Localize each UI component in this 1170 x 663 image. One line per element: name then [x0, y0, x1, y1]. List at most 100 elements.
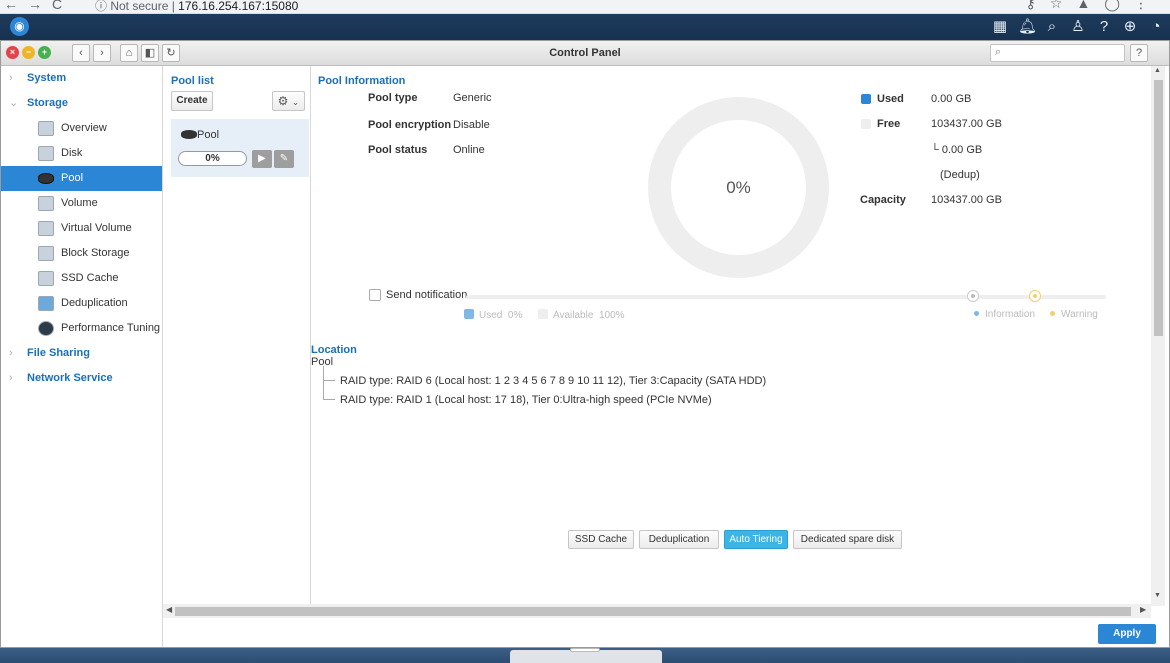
capacity-value: 103437.00 GB — [931, 194, 1002, 206]
scroll-down-icon[interactable]: ▼ — [1154, 592, 1161, 599]
auto-tiering-button[interactable]: Auto Tiering — [724, 530, 788, 549]
window-title-bar: × − + ‹ › ⌂ ◧ ↻ Control Panel ⌕ ? — [0, 40, 1170, 66]
sidebar-category-storage[interactable]: ⌄ Storage — [0, 91, 162, 116]
edit-pencil-icon[interactable]: ✎ — [274, 150, 294, 168]
pool-encryption-value: Disable — [453, 119, 490, 131]
scroll-right-icon[interactable]: ▶ — [1140, 605, 1146, 614]
notification-bell-icon[interactable]: 🔔︎ — [1018, 17, 1037, 37]
sidebar: › System ⌄ Storage Overview Disk Pool Volu… — [0, 66, 163, 648]
deduplication-button[interactable]: Deduplication — [639, 530, 719, 549]
chevron-right-icon: › — [9, 372, 13, 384]
pool-card[interactable]: Pool 0% ▶ ✎ — [171, 119, 309, 177]
gear-icon: ⚙ — [277, 94, 289, 108]
search-icon: ⌕ — [995, 46, 1002, 58]
pool-icon — [38, 173, 54, 184]
dock-tab[interactable] — [570, 648, 600, 652]
help-icon[interactable]: ? — [1096, 17, 1112, 37]
ssd-cache-icon — [38, 271, 54, 286]
chevron-down-icon: ⌄ — [291, 97, 300, 107]
scroll-up-icon[interactable]: ▲ — [1154, 67, 1161, 74]
pool-name: Pool — [197, 129, 220, 141]
sidebar-item-volume[interactable]: Volume — [0, 191, 162, 216]
scroll-left-icon[interactable]: ◀ — [166, 605, 172, 614]
dedicated-spare-disk-button[interactable]: Dedicated spare disk — [793, 530, 902, 549]
play-icon[interactable]: ▶ — [252, 150, 272, 168]
available-swatch — [538, 309, 548, 319]
chevron-down-icon: ⌄ — [9, 97, 19, 109]
information-legend: Information — [974, 309, 1035, 320]
raid-group-row: RAID type: RAID 6 (Local host: 1 2 3 4 5… — [323, 375, 766, 387]
security-label: Not secure — [110, 0, 169, 13]
sidebar-item-virtual-volume[interactable]: Virtual Volume — [0, 216, 162, 241]
used-value: 0.00 GB — [931, 93, 972, 105]
qts-logo-icon[interactable]: ◉ — [10, 17, 29, 36]
disk-icon — [38, 146, 54, 161]
taskbar-dock[interactable] — [510, 648, 662, 663]
user-icon[interactable]: ♙ — [1070, 17, 1086, 37]
ssd-cache-button[interactable]: SSD Cache — [568, 530, 634, 549]
capacity-label: Capacity — [860, 194, 906, 206]
sidebar-category-file-sharing[interactable]: › File Sharing — [0, 341, 162, 366]
dashboard-icon[interactable]: ◔ — [1148, 17, 1164, 37]
pool-status-label: Pool status — [368, 144, 428, 156]
browser-toolbar: ←→C ⓘ Not secure | 176.16.254.167:15080 … — [0, 0, 1170, 14]
language-globe-icon[interactable]: ⊕ — [1122, 17, 1138, 37]
search-input[interactable] — [1007, 46, 1121, 60]
pool-type-value: Generic — [453, 92, 492, 104]
pool-usage-bar: 0% — [178, 151, 247, 166]
raid-group-row: RAID type: RAID 1 (Local host: 17 18), T… — [323, 394, 712, 406]
warning-dot — [1050, 311, 1055, 316]
vertical-scroll-thumb[interactable] — [1154, 80, 1163, 336]
pool-information-panel: Pool Information Pool type Generic Pool … — [311, 66, 1151, 606]
chevron-right-icon: › — [9, 347, 13, 359]
threshold-slider-track[interactable] — [466, 295, 1106, 299]
url-text: 176.16.254.167:15080 — [178, 0, 299, 13]
send-notification-label: Send notification — [386, 289, 468, 301]
sidebar-category-system[interactable]: › System — [0, 66, 162, 91]
dedup-label: (Dedup) — [940, 169, 980, 181]
used-swatch — [861, 94, 871, 104]
pool-icon — [181, 130, 197, 139]
qts-top-bar: ◉ ▦ 🔔︎ ⌕ ♙ ? ⊕ ◔ — [0, 14, 1170, 40]
pool-list-pane: Pool list Create ⚙ ⌄ Pool 0% ▶ ✎ — [163, 66, 311, 606]
sidebar-item-ssd-cache[interactable]: SSD Cache — [0, 266, 162, 291]
free-label: Free — [877, 118, 901, 130]
pool-information-title: Pool Information — [318, 75, 406, 87]
help-button[interactable]: ? — [1130, 44, 1148, 62]
information-threshold-handle[interactable] — [967, 290, 979, 302]
horizontal-scrollbar[interactable]: ◀ ▶ — [163, 604, 1151, 618]
pool-status-value: Online — [453, 144, 485, 156]
warning-threshold-handle[interactable] — [1029, 290, 1041, 302]
warning-legend: Warning — [1050, 309, 1098, 320]
sidebar-item-deduplication[interactable]: Deduplication — [0, 291, 162, 316]
send-notification-checkbox[interactable] — [369, 289, 381, 301]
usage-donut-chart: 0% — [648, 97, 829, 278]
apply-button[interactable]: Apply — [1098, 624, 1156, 644]
sidebar-item-disk[interactable]: Disk — [0, 141, 162, 166]
footer-bar: Apply — [163, 618, 1165, 648]
free-value: 103437.00 GB — [931, 118, 1002, 130]
gear-menu-button[interactable]: ⚙ ⌄ — [272, 91, 305, 111]
sidebar-item-pool[interactable]: Pool — [0, 166, 162, 191]
sidebar-item-performance-tuning[interactable]: Performance Tuning — [0, 316, 162, 341]
free-swatch — [861, 119, 871, 129]
apps-grid-icon[interactable]: ▦ — [992, 17, 1008, 37]
create-button[interactable]: Create — [171, 91, 213, 111]
sidebar-item-overview[interactable]: Overview — [0, 116, 162, 141]
sidebar-category-network-service[interactable]: › Network Service — [0, 366, 162, 391]
browser-extensions[interactable]: ⚷☆▲◯⋮ — [1026, 0, 1162, 12]
vertical-scrollbar[interactable]: ▲ ▼ — [1151, 66, 1165, 606]
information-dot — [974, 311, 979, 316]
control-panel-search[interactable]: ⌕ — [990, 44, 1125, 62]
overview-icon — [38, 121, 54, 136]
deduplication-icon — [38, 296, 54, 311]
horizontal-scroll-thumb[interactable] — [175, 607, 1131, 616]
browser-nav-buttons[interactable]: ←→C — [4, 0, 72, 12]
used-label: Used — [877, 93, 904, 105]
search-icon[interactable]: ⌕ — [1044, 17, 1060, 37]
address-bar[interactable]: ⓘ Not secure | 176.16.254.167:15080 — [95, 0, 299, 13]
dedup-value: └ 0.00 GB — [931, 144, 983, 156]
slider-used-legend: Used 0% — [464, 309, 522, 321]
sidebar-item-block-storage[interactable]: Block Storage — [0, 241, 162, 266]
chevron-right-icon: › — [9, 72, 13, 84]
